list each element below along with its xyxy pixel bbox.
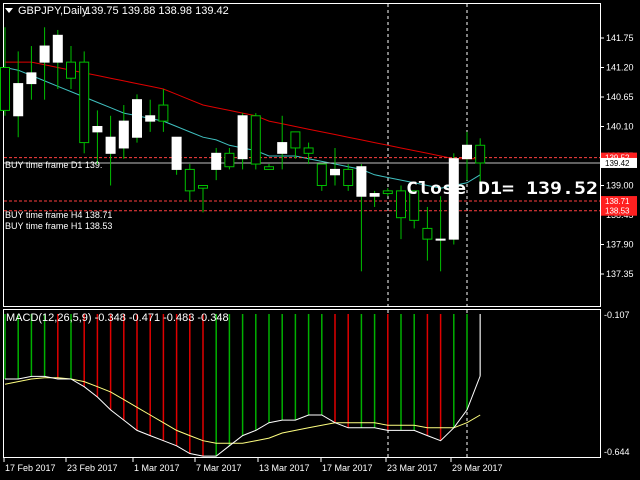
- candle-body: [435, 238, 446, 241]
- candle-body: [303, 147, 314, 154]
- date-tick-label: 23 Mar 2017: [387, 463, 438, 473]
- date-tick-label: 17 Feb 2017: [5, 463, 56, 473]
- close-d1-label: Close D1= 139.52: [406, 179, 598, 199]
- date-tick-label: 23 Feb 2017: [67, 463, 118, 473]
- candle-body: [277, 142, 288, 154]
- candle-body: [211, 152, 222, 170]
- candle-body: [382, 190, 393, 195]
- date-tick-label: 7 Mar 2017: [196, 463, 242, 473]
- candle-body: [92, 126, 103, 133]
- candle-body: [396, 190, 406, 219]
- price-tag-label: 138.71: [605, 197, 630, 206]
- price-tick-label: 140.10: [606, 122, 634, 132]
- candle-body: [356, 166, 367, 197]
- macd-axis-top: -0.107: [604, 310, 630, 320]
- price-tick-label: 137.90: [606, 240, 634, 250]
- price-chart[interactable]: 141.75141.20140.65140.10139.55139.00138.…: [0, 0, 640, 480]
- price-tick-label: 137.35: [606, 269, 634, 279]
- date-tick-label: 1 Mar 2017: [134, 463, 180, 473]
- candle-body: [343, 168, 354, 186]
- candle-body: [316, 163, 327, 187]
- candle-body: [250, 115, 261, 165]
- candle-body: [290, 131, 301, 149]
- date-tick-label: 17 Mar 2017: [322, 463, 373, 473]
- candle-body: [66, 61, 76, 79]
- price-tag-label: 138.53: [605, 207, 630, 216]
- candle-body: [52, 34, 63, 63]
- dropdown-arrow-icon[interactable]: [5, 8, 13, 13]
- candle-body: [79, 61, 90, 144]
- candle-body: [369, 193, 380, 197]
- candle-body: [0, 67, 10, 111]
- macd-panel-frame: [3, 309, 601, 458]
- candle-body: [462, 144, 472, 160]
- symbol-timeframe: GBPJPY,Daily: [18, 5, 88, 17]
- candle-body: [13, 83, 24, 117]
- macd-axis-bottom: -0.644: [604, 447, 630, 457]
- candle-body: [145, 115, 156, 122]
- candle-body: [264, 166, 274, 170]
- close-price-tag-label: 139.42: [605, 159, 630, 168]
- candle-body: [330, 168, 340, 176]
- ohlc-values: 139.75 139.88 138.98 139.42: [85, 5, 229, 17]
- main-chart-frame: [3, 3, 601, 307]
- level-label-d1: BUY time frame D1 139.: [5, 160, 102, 170]
- candle-body: [224, 152, 235, 168]
- level-label-h1: BUY time frame H1 138.53: [5, 221, 112, 231]
- candle-body: [237, 115, 248, 160]
- candle-body: [118, 120, 129, 149]
- candle-body: [184, 168, 195, 192]
- macd-title: MACD(12,26,5,9) -0.348 -0.471 -0.483 -0.…: [6, 312, 229, 324]
- candle-body: [475, 144, 486, 164]
- candle-body: [39, 45, 50, 63]
- price-tick-label: 141.75: [606, 33, 634, 43]
- price-tick-label: 141.20: [606, 63, 634, 73]
- candle-body: [198, 185, 208, 189]
- candle-body: [132, 99, 142, 138]
- date-tick-label: 13 Mar 2017: [259, 463, 310, 473]
- candle-body: [105, 136, 116, 154]
- candle-body: [26, 72, 37, 85]
- candle-body: [171, 136, 182, 170]
- candle-body: [422, 227, 433, 240]
- level-label-h4: BUY time frame H4 138.71: [5, 210, 112, 220]
- price-tick-label: 140.65: [606, 92, 634, 102]
- date-tick-label: 29 Mar 2017: [452, 463, 503, 473]
- price-tick-label: 139.00: [606, 181, 634, 191]
- candle-body: [158, 104, 169, 122]
